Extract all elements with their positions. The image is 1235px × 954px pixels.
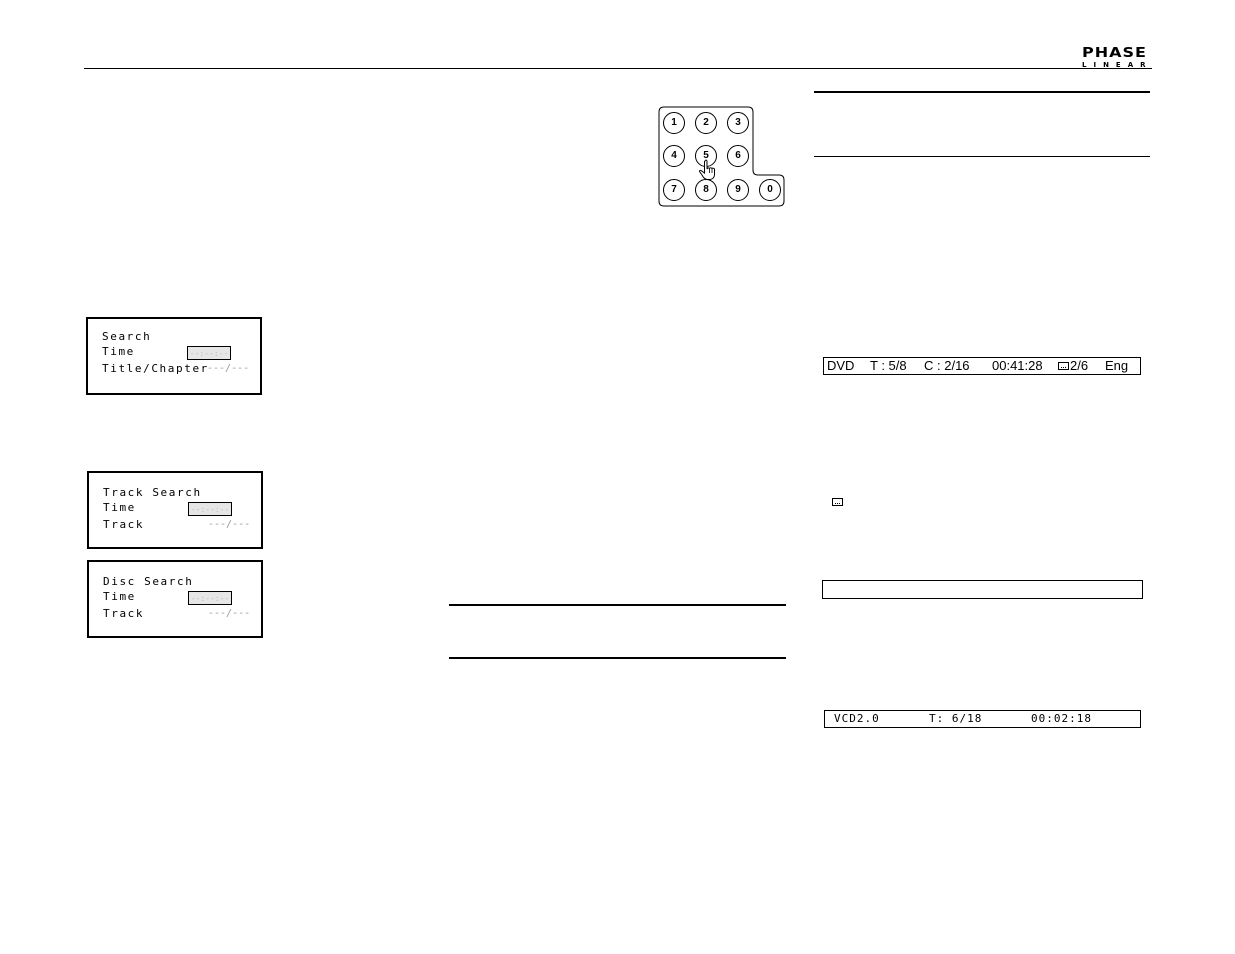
osd-search-title-chapter-value: ---/---: [207, 363, 250, 374]
osd-disc-search-panel: Disc Search Time --:--:-- Track ---/---: [87, 560, 263, 638]
osd-search-title: Search: [102, 330, 152, 343]
dvd-info-bar: DVD T : 5/8 C : 2/16 00:41:28 2/6 Eng: [823, 357, 1141, 375]
osd-track-search-title: Track Search: [103, 486, 202, 499]
key-7[interactable]: 7: [663, 179, 685, 201]
section-rule-bottom: [814, 156, 1150, 157]
osd-track-search-time-label: Time: [103, 501, 136, 514]
dvd-title-counter: T : 5/8: [870, 358, 907, 373]
numeric-keypad: 1 2 3 4 5 6 7 8 9 0: [658, 106, 785, 207]
osd-search-title-chapter-label: Title/Chapter: [102, 362, 209, 375]
vcd-info-bar: VCD2.0 T: 6/18 00:02:18: [824, 710, 1141, 728]
osd-track-search-track-label: Track: [103, 518, 145, 531]
logo-wordmark-top: PHASE: [1082, 44, 1147, 61]
key-4[interactable]: 4: [663, 145, 685, 167]
dvd-elapsed-time: 00:41:28: [992, 358, 1043, 373]
osd-track-search-track-value: ---/---: [208, 519, 251, 530]
osd-disc-search-title: Disc Search: [103, 575, 194, 588]
osd-search-time-input[interactable]: --:--:--: [187, 346, 231, 360]
key-0[interactable]: 0: [759, 179, 781, 201]
header-rule: [84, 68, 1152, 69]
dvd-subtitle-counter: 2/6: [1070, 358, 1089, 373]
dvd-chapter-counter: C : 2/16: [924, 358, 970, 373]
dvd-audio-language: Eng: [1105, 358, 1129, 373]
key-1[interactable]: 1: [663, 112, 685, 134]
osd-track-search-time-input[interactable]: --:--:--: [188, 502, 232, 516]
note-rule-bottom: [449, 657, 786, 659]
osd-disc-search-track-label: Track: [103, 607, 145, 620]
key-9[interactable]: 9: [727, 179, 749, 201]
note-rule-top: [449, 604, 786, 606]
osd-track-search-panel: Track Search Time --:--:-- Track ---/---: [87, 471, 263, 549]
logo-wordmark-bottom: LINEAR: [1082, 61, 1153, 69]
dvd-format: DVD: [827, 358, 855, 373]
hand-pointer-icon: [698, 159, 715, 180]
osd-disc-search-time-input[interactable]: --:--:--: [188, 591, 232, 605]
section-rule-top: [814, 91, 1150, 93]
vcd-track-counter: T: 6/18: [929, 712, 983, 725]
subtitle-icon: [832, 498, 843, 506]
empty-info-bar: [822, 580, 1143, 599]
subtitle-icon: [1058, 362, 1069, 370]
key-2[interactable]: 2: [695, 112, 717, 134]
brand-logo: PHASE LINEAR: [1082, 44, 1154, 69]
osd-disc-search-time-label: Time: [103, 590, 136, 603]
osd-search-panel: Search Time --:--:-- Title/Chapter ---/-…: [86, 317, 262, 395]
osd-disc-search-track-value: ---/---: [208, 608, 251, 619]
key-6[interactable]: 6: [727, 145, 749, 167]
key-3[interactable]: 3: [727, 112, 749, 134]
vcd-format: VCD2.0: [834, 712, 880, 725]
vcd-elapsed-time: 00:02:18: [1031, 712, 1092, 725]
key-8[interactable]: 8: [695, 179, 717, 201]
osd-search-time-label: Time: [102, 345, 135, 358]
